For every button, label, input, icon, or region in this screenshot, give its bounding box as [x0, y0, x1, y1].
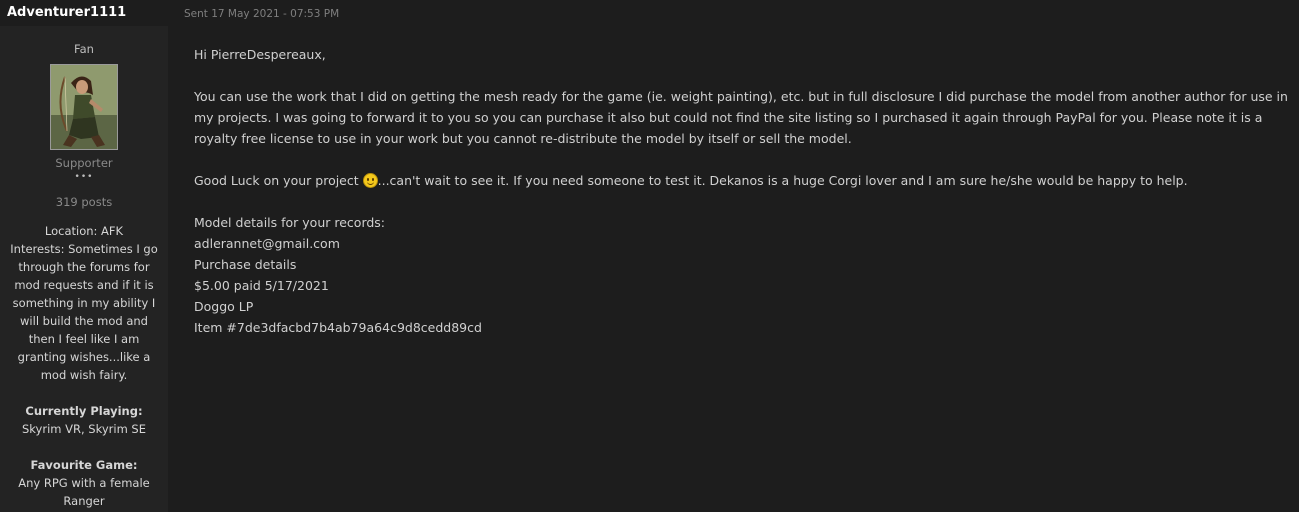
- interests-text: Interests: Sometimes I go through the fo…: [10, 242, 158, 382]
- avatar[interactable]: [50, 64, 118, 150]
- currently-playing-label: Currently Playing:: [25, 404, 143, 418]
- message-body: Hi PierreDespereaux, You can use the wor…: [194, 44, 1294, 338]
- forum-post: Adventurer1111 Sent 17 May 2021 - 07:53 …: [0, 0, 1299, 512]
- rank-pips: •••: [74, 172, 94, 182]
- details-line: Purchase details: [194, 257, 297, 272]
- post-timestamp: Sent 17 May 2021 - 07:53 PM: [184, 8, 340, 20]
- post-count: 319 posts: [55, 195, 113, 209]
- smiley-icon: [362, 173, 378, 188]
- author-sidebar: Fan Supporter ••• 319 posts Location: AF…: [0, 26, 168, 512]
- message-paragraph: Good Luck on your project ...can't wait …: [194, 170, 1294, 191]
- message-text: Good Luck on your project: [194, 173, 363, 188]
- message-greeting: Hi PierreDespereaux,: [194, 47, 326, 62]
- message-text: ...can't wait to see it. If you need som…: [377, 173, 1188, 188]
- author-username-link[interactable]: Adventurer1111: [7, 5, 126, 20]
- favourite-game-label: Favourite Game:: [30, 458, 138, 472]
- message-paragraph: You can use the work that I did on getti…: [194, 89, 1288, 146]
- email-link[interactable]: adlerannet@gmail.com: [194, 233, 1294, 254]
- details-line: Item #7de3dfacbd7b4ab79a64c9d8cedd89cd: [194, 320, 482, 335]
- member-group: Fan: [74, 42, 94, 56]
- profile-info: Location: AFK Interests: Sometimes I go …: [6, 222, 162, 510]
- member-rank: Supporter: [55, 156, 113, 170]
- details-line: Doggo LP: [194, 299, 254, 314]
- details-line: $5.00 paid 5/17/2021: [194, 278, 329, 293]
- details-line: Model details for your records:: [194, 215, 386, 230]
- favourite-game-value: Any RPG with a female Ranger: [18, 476, 150, 508]
- avatar-image: [51, 65, 117, 149]
- purchase-details: Model details for your records: adlerann…: [194, 212, 1294, 338]
- currently-playing-value: Skyrim VR, Skyrim SE: [21, 422, 146, 436]
- location-text: Location: AFK: [44, 224, 124, 238]
- post-header: Adventurer1111 Sent 17 May 2021 - 07:53 …: [0, 0, 1299, 26]
